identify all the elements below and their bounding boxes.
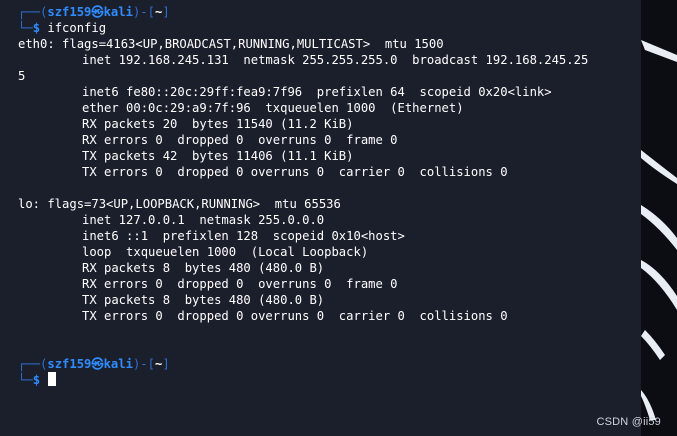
prompt-at-icon: ㉿ — [91, 357, 104, 371]
prompt-dir-close: ] — [162, 5, 170, 19]
eth0-line: inet 192.168.245.131 netmask 255.255.255… — [18, 52, 640, 68]
prompt-user: szf159 — [47, 357, 92, 371]
lo-tx-errors: TX errors 0 dropped 0 overruns 0 carrier… — [82, 309, 508, 323]
lo-header: lo: flags=73<UP,LOOPBACK,RUNNING> mtu 65… — [18, 197, 341, 211]
lo-tx-packets: TX packets 8 bytes 480 (480.0 B) — [82, 293, 325, 307]
eth0-line: inet6 fe80::20c:29ff:fea9:7f96 prefixlen… — [18, 84, 640, 100]
lo-line: TX errors 0 dropped 0 overruns 0 carrier… — [18, 308, 640, 324]
prompt-dollar: $ — [32, 373, 41, 387]
prompt-host: kali — [103, 357, 133, 371]
block-cursor-icon[interactable] — [48, 372, 57, 386]
eth0-line: ether 00:0c:29:a9:7f:96 txqueuelen 1000 … — [18, 100, 640, 116]
lo-inet: inet 127.0.0.1 netmask 255.0.0.0 — [82, 213, 325, 227]
prompt-dir-open: [ — [147, 5, 155, 19]
lo-loop: loop txqueuelen 1000 (Local Loopback) — [82, 245, 369, 259]
eth0-line: RX errors 0 dropped 0 overruns 0 frame 0 — [18, 132, 640, 148]
prompt-line-top: ┌──(szf159㉿kali)-[~] — [18, 356, 640, 372]
lo-line: TX packets 8 bytes 480 (480.0 B) — [18, 292, 640, 308]
watermark: CSDN @ii59 — [596, 416, 661, 428]
lo-line: loop txqueuelen 1000 (Local Loopback) — [18, 244, 640, 260]
lo-line: RX errors 0 dropped 0 overruns 0 frame 0 — [18, 276, 640, 292]
terminal-window[interactable]: ┌──(szf159㉿kali)-[~] └─$ ifconfig eth0: … — [0, 0, 641, 436]
prompt-frame-bottom: └─ — [18, 373, 33, 387]
prompt-dollar: $ — [32, 21, 41, 35]
prompt-dir-open: [ — [147, 357, 155, 371]
prompt-host: kali — [103, 5, 133, 19]
eth0-inet: inet 192.168.245.131 netmask 255.255.255… — [82, 53, 589, 67]
eth0-wrap: 5 — [18, 69, 26, 83]
prompt-dir-close: ] — [162, 357, 170, 371]
eth0-tx-packets: TX packets 42 bytes 11406 (11.1 KiB) — [82, 149, 354, 163]
prompt-dash: - — [140, 357, 148, 371]
eth0-inet6: inet6 fe80::20c:29ff:fea9:7f96 prefixlen… — [82, 85, 552, 99]
eth0-line: RX packets 20 bytes 11540 (11.2 KiB) — [18, 116, 640, 132]
terminal-output: ┌──(szf159㉿kali)-[~] └─$ ifconfig eth0: … — [18, 4, 640, 388]
lo-rx-errors: RX errors 0 dropped 0 overruns 0 frame 0 — [82, 277, 398, 291]
prompt-frame-top: ┌──( — [18, 5, 48, 19]
eth0-rx-packets: RX packets 20 bytes 11540 (11.2 KiB) — [82, 117, 354, 131]
eth0-line: TX packets 42 bytes 11406 (11.1 KiB) — [18, 148, 640, 164]
prompt-user: szf159 — [47, 5, 92, 19]
typed-command: ifconfig — [47, 21, 107, 35]
prompt-dash: - — [140, 5, 148, 19]
eth0-rx-errors: RX errors 0 dropped 0 overruns 0 frame 0 — [82, 133, 398, 147]
lo-line: inet 127.0.0.1 netmask 255.0.0.0 — [18, 212, 640, 228]
prompt-line-top: ┌──(szf159㉿kali)-[~] — [18, 4, 640, 20]
prompt-at-icon: ㉿ — [91, 5, 104, 19]
prompt-frame-top: ┌──( — [18, 357, 48, 371]
lo-line: RX packets 8 bytes 480 (480.0 B) — [18, 260, 640, 276]
lo-inet6: inet6 ::1 prefixlen 128 scopeid 0x10<hos… — [82, 229, 405, 243]
command-line: └─$ ifconfig — [18, 20, 640, 36]
eth0-line: TX errors 0 dropped 0 overruns 0 carrier… — [18, 164, 640, 180]
eth0-header: eth0: flags=4163<UP,BROADCAST,RUNNING,MU… — [18, 37, 444, 51]
prompt-frame-bottom: └─ — [18, 21, 33, 35]
lo-rx-packets: RX packets 8 bytes 480 (480.0 B) — [82, 261, 325, 275]
lo-line: inet6 ::1 prefixlen 128 scopeid 0x10<hos… — [18, 228, 640, 244]
input-line[interactable]: └─$ — [18, 372, 640, 388]
eth0-tx-errors: TX errors 0 dropped 0 overruns 0 carrier… — [82, 165, 508, 179]
eth0-ether: ether 00:0c:29:a9:7f:96 txqueuelen 1000 … — [82, 101, 464, 115]
desktop-screen: ┌──(szf159㉿kali)-[~] └─$ ifconfig eth0: … — [0, 0, 677, 436]
